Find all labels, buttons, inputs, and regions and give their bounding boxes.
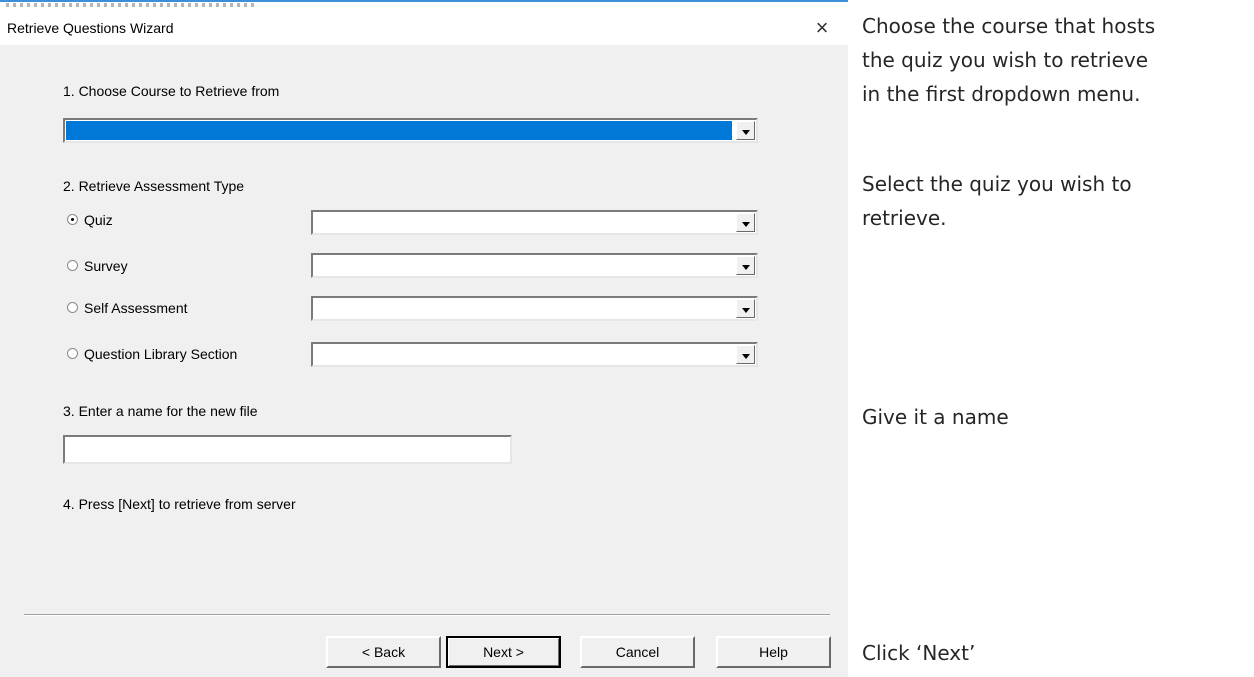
clipped-background-text xyxy=(6,3,256,7)
self-assessment-dropdown[interactable] xyxy=(311,296,758,321)
question-library-radio[interactable] xyxy=(67,348,78,359)
chevron-down-icon[interactable] xyxy=(736,121,755,140)
instruction-course-line: Choose the course that hosts xyxy=(862,14,1156,38)
survey-dropdown-value xyxy=(314,256,732,275)
course-dropdown-value xyxy=(66,121,732,140)
instruction-course: Choose the course that hosts the quiz yo… xyxy=(862,9,1155,111)
quiz-radio[interactable] xyxy=(67,214,78,225)
survey-radio-label[interactable]: Survey xyxy=(84,258,128,274)
back-button[interactable]: < Back xyxy=(326,636,441,668)
window-border-accent xyxy=(0,0,848,2)
instruction-quiz-line: Select the quiz you wish to xyxy=(862,172,1132,196)
instruction-next: Click ‘Next’ xyxy=(862,641,976,665)
survey-radio[interactable] xyxy=(67,260,78,271)
button-divider xyxy=(24,614,830,616)
chevron-down-icon[interactable] xyxy=(736,256,755,275)
title-bar: Retrieve Questions Wizard × xyxy=(0,10,848,45)
step4-label: 4. Press [Next] to retrieve from server xyxy=(63,496,296,512)
instruction-course-line: in the first dropdown menu. xyxy=(862,82,1141,106)
quiz-dropdown-value xyxy=(314,213,732,232)
step3-label: 3. Enter a name for the new file xyxy=(63,403,258,419)
instruction-name: Give it a name xyxy=(862,405,1009,429)
course-dropdown[interactable] xyxy=(63,118,758,143)
step1-label: 1. Choose Course to Retrieve from xyxy=(63,83,280,99)
window-top-edge xyxy=(0,0,848,10)
help-button[interactable]: Help xyxy=(716,636,831,668)
chevron-down-icon[interactable] xyxy=(736,299,755,318)
chevron-down-icon[interactable] xyxy=(736,213,755,232)
self-assessment-radio-label[interactable]: Self Assessment xyxy=(84,300,188,316)
dialog-title: Retrieve Questions Wizard xyxy=(7,20,174,36)
quiz-dropdown[interactable] xyxy=(311,210,758,235)
next-button[interactable]: Next > xyxy=(446,636,561,668)
survey-dropdown[interactable] xyxy=(311,253,758,278)
quiz-radio-label[interactable]: Quiz xyxy=(84,212,113,228)
question-library-dropdown-value xyxy=(314,345,732,364)
retrieve-questions-dialog: Retrieve Questions Wizard × 1. Choose Co… xyxy=(0,0,848,677)
file-name-input[interactable] xyxy=(63,435,512,464)
self-assessment-dropdown-value xyxy=(314,299,732,318)
instruction-quiz: Select the quiz you wish to retrieve. xyxy=(862,167,1132,235)
self-assessment-radio[interactable] xyxy=(67,302,78,313)
step2-label: 2. Retrieve Assessment Type xyxy=(63,178,245,194)
instruction-quiz-line: retrieve. xyxy=(862,206,947,230)
cancel-button[interactable]: Cancel xyxy=(580,636,695,668)
chevron-down-icon[interactable] xyxy=(736,345,755,364)
close-icon[interactable]: × xyxy=(806,14,838,42)
question-library-dropdown[interactable] xyxy=(311,342,758,367)
question-library-radio-label[interactable]: Question Library Section xyxy=(84,346,237,362)
instruction-course-line: the quiz you wish to retrieve xyxy=(862,48,1149,72)
